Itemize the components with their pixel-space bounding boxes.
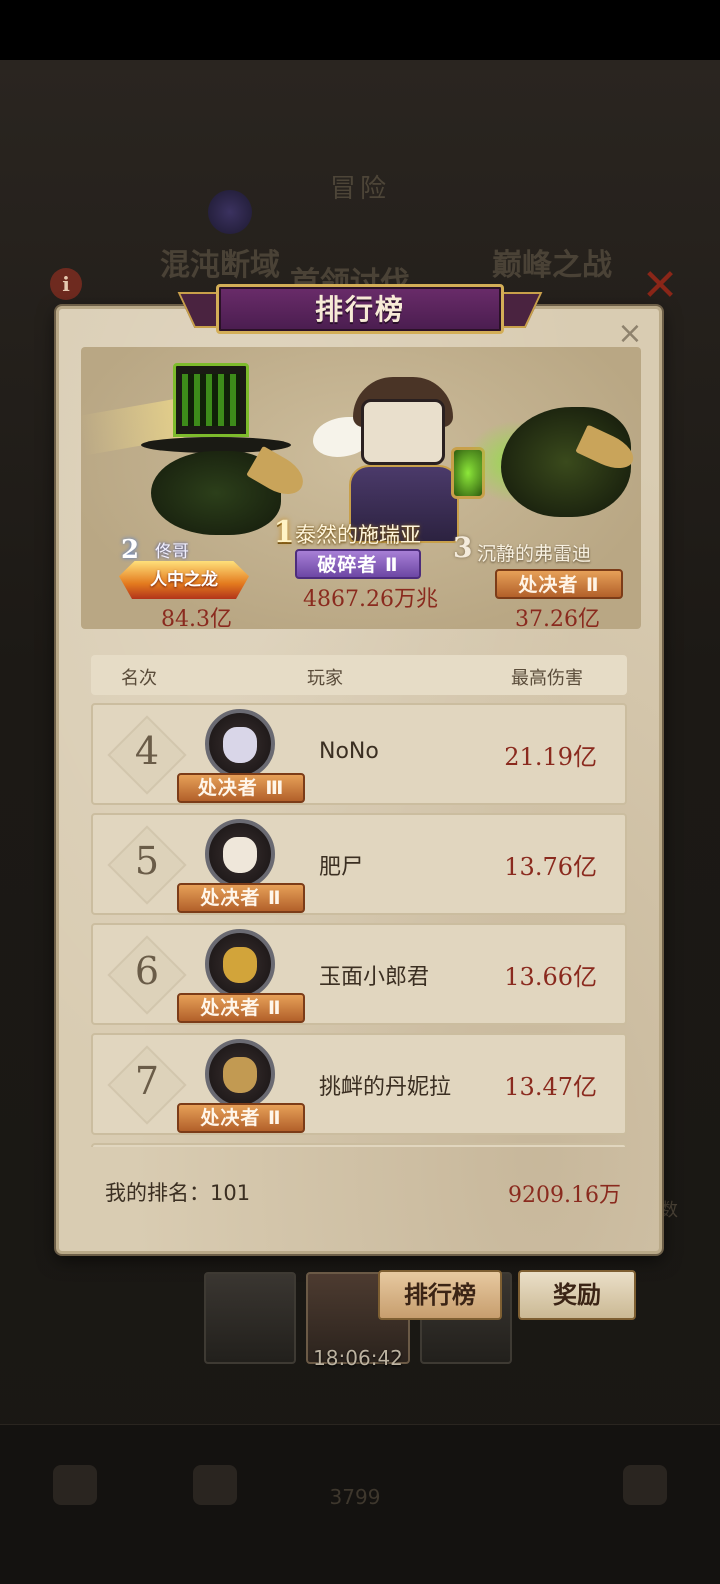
- close-icon[interactable]: ×: [615, 319, 645, 349]
- avatar: [193, 709, 287, 783]
- rank-2-title: 人中之龙: [119, 561, 249, 599]
- row-rank: 6: [134, 949, 160, 993]
- orb-icon: [208, 190, 252, 234]
- row-player: 肥尸: [319, 855, 364, 880]
- side-text: 数: [660, 1200, 678, 1221]
- reward-button[interactable]: 奖励: [518, 1270, 636, 1320]
- info-icon[interactable]: i: [50, 268, 82, 300]
- nav-icon: [623, 1465, 667, 1505]
- row-damage: 21.19亿: [504, 743, 597, 771]
- rank-1-title: 破碎者 Ⅱ: [295, 549, 421, 579]
- table-row[interactable]: 6 处决者 Ⅱ 玉面小郎君 13.66亿: [91, 923, 627, 1025]
- row-damage: 13.66亿: [504, 963, 597, 991]
- row-rank: 4: [134, 729, 160, 773]
- countdown-timer: 18:06:42: [313, 1346, 403, 1370]
- row-damage: 13.47亿: [504, 1073, 597, 1101]
- avatar: [193, 819, 287, 893]
- panel-title: 排行榜: [314, 293, 405, 326]
- row-damage: 13.76亿: [504, 853, 597, 881]
- nav-item: [170, 1465, 260, 1511]
- row-title: 处决者 Ⅱ: [177, 1103, 305, 1133]
- leaderboard-button[interactable]: 排行榜: [378, 1270, 502, 1320]
- close-icon[interactable]: ✕: [640, 264, 680, 308]
- ranking-list[interactable]: 4 处决者 Ⅲ NoNo 21.19亿 5 处决者 Ⅱ 肥尸 13.76亿 6: [91, 703, 627, 1147]
- row-player: NoNo: [319, 739, 379, 764]
- avatar-face: [223, 1057, 257, 1093]
- table-row[interactable]: 4 处决者 Ⅲ NoNo 21.19亿: [91, 703, 627, 805]
- nav-item: [30, 1465, 120, 1511]
- hero-1-face: [361, 399, 445, 465]
- table-row[interactable]: [91, 1143, 627, 1147]
- tab-chaos: 混沌断域: [160, 248, 280, 283]
- row-rank: 7: [134, 1059, 160, 1103]
- hero-2-hat: [173, 363, 249, 437]
- rank-2-name: 佟哥: [155, 542, 189, 562]
- rank-3-title: 处决者 Ⅱ: [495, 569, 623, 599]
- screen-title: 冒险: [329, 174, 390, 204]
- row-rank: 5: [134, 839, 160, 883]
- avatar-face: [223, 727, 257, 763]
- nav-icon: [53, 1465, 97, 1505]
- boss-portrait[interactable]: [204, 1272, 296, 1364]
- my-rank-bar: 我的排名：101 9209.16万: [105, 1171, 621, 1211]
- my-rank-value: 9209.16万: [508, 1183, 621, 1208]
- row-title: 处决者 Ⅱ: [177, 883, 305, 913]
- row-title: 处决者 Ⅲ: [177, 773, 305, 803]
- rank-2-score: 84.3亿: [161, 607, 232, 629]
- header-damage: 最高伤害: [511, 668, 583, 689]
- bottom-nav: 3799: [0, 1424, 720, 1584]
- table-row[interactable]: 5 处决者 Ⅱ 肥尸 13.76亿: [91, 813, 627, 915]
- avatar: [193, 1039, 287, 1113]
- my-rank-label: 我的排名：101: [105, 1181, 251, 1205]
- leaderboard-panel: × 2 佟哥 人中之龙 84.3亿 1 泰然的施瑞亚 破碎者 Ⅱ 4867.26…: [56, 306, 662, 1254]
- row-title: 处决者 Ⅱ: [177, 993, 305, 1023]
- rank-1-name: 泰然的施瑞亚: [295, 523, 421, 547]
- title-banner: 排行榜: [177, 282, 543, 338]
- table-header: 名次 玩家 最高伤害: [91, 655, 627, 695]
- nav-count: 3799: [329, 1485, 381, 1509]
- rank-3-score: 37.26亿: [515, 607, 600, 629]
- tab-peak: 巅峰之战: [492, 248, 612, 283]
- row-player: 玉面小郎君: [319, 965, 430, 990]
- row-player: 挑衅的丹妮拉: [319, 1075, 452, 1100]
- nav-icon: [193, 1465, 237, 1505]
- podium: 2 佟哥 人中之龙 84.3亿 1 泰然的施瑞亚 破碎者 Ⅱ 4867.26万兆…: [81, 347, 641, 629]
- header-player: 玩家: [307, 668, 343, 689]
- table-row[interactable]: 7 处决者 Ⅱ 挑衅的丹妮拉 13.47亿: [91, 1033, 627, 1135]
- rank-3-name: 沉静的弗雷迪: [477, 543, 592, 565]
- nav-item: [600, 1465, 690, 1511]
- avatar-face: [223, 837, 257, 873]
- avatar: [193, 929, 287, 1003]
- header-rank: 名次: [121, 668, 157, 689]
- banner-body: 排行榜: [216, 284, 504, 334]
- avatar-face: [223, 947, 257, 983]
- rank-1-score: 4867.26万兆: [303, 587, 438, 612]
